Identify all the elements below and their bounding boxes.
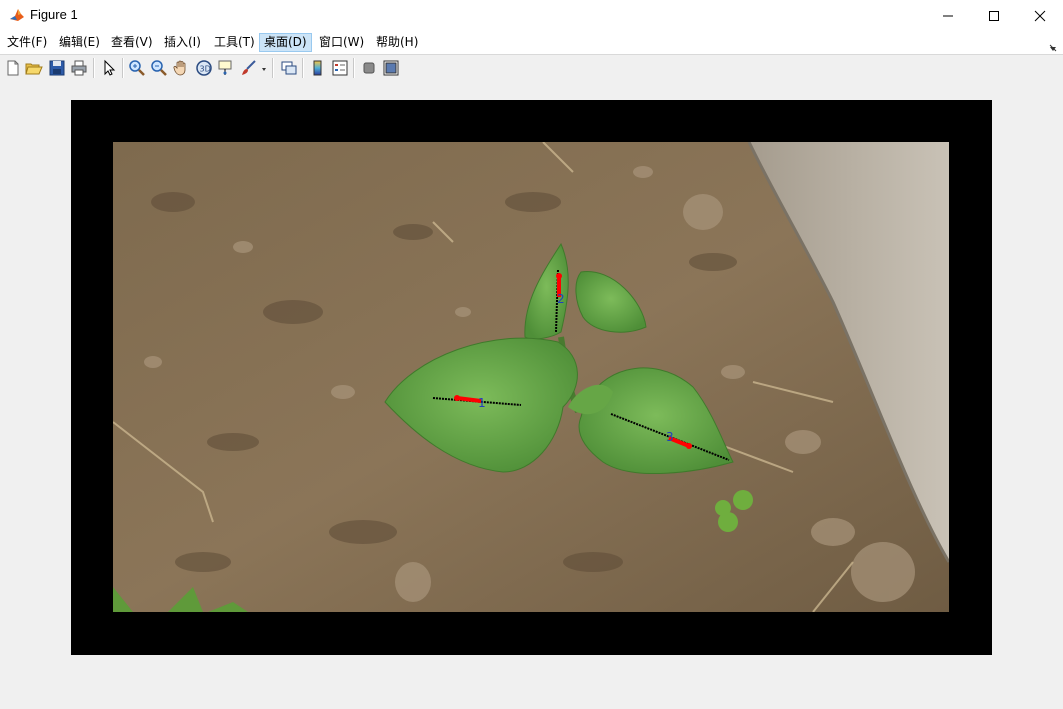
new-figure-icon[interactable]	[4, 59, 22, 77]
toolbar-separator	[272, 58, 274, 78]
matlab-icon	[9, 7, 25, 23]
window-title: Figure 1	[30, 7, 78, 22]
annotation-label-2: 2	[557, 292, 565, 306]
annotation-label-3: 3	[666, 430, 674, 444]
zoom-in-icon[interactable]	[128, 59, 146, 77]
menu-file[interactable]: 文件(F)	[3, 33, 51, 52]
save-icon[interactable]	[48, 59, 66, 77]
hide-plot-tools-icon[interactable]	[360, 59, 378, 77]
menu-bar: 文件(F) 编辑(E) 查看(V) 插入(I) 工具(T) 桌面(D) 窗口(W…	[0, 31, 1063, 54]
maximize-icon	[989, 10, 999, 21]
data-cursor-icon[interactable]	[217, 59, 235, 77]
print-icon[interactable]	[70, 59, 88, 77]
brush-dropdown-icon[interactable]	[259, 59, 269, 77]
link-plot-icon[interactable]	[280, 59, 298, 77]
title-bar: Figure 1	[0, 0, 1063, 32]
insert-legend-icon[interactable]	[331, 59, 349, 77]
open-file-icon[interactable]	[25, 59, 43, 77]
minimize-icon	[943, 15, 953, 16]
brush-icon[interactable]	[240, 59, 258, 77]
svg-text:3D: 3D	[200, 65, 211, 74]
insert-colorbar-icon[interactable]	[309, 59, 327, 77]
menu-tools[interactable]: 工具(T)	[210, 33, 259, 52]
menu-help[interactable]: 帮助(H)	[372, 33, 422, 52]
rotate-3d-icon[interactable]: 3D	[195, 59, 213, 77]
annotation-label-1: 1	[478, 396, 486, 410]
menu-view[interactable]: 查看(V)	[107, 33, 157, 52]
select-arrow-icon[interactable]	[100, 59, 118, 77]
toolbar-separator	[353, 58, 355, 78]
menu-desktop[interactable]: 桌面(D)	[259, 33, 312, 52]
close-icon	[1034, 10, 1046, 21]
minimize-button[interactable]	[925, 0, 971, 31]
close-button[interactable]	[1017, 0, 1063, 31]
figure-toolbar: 3D	[0, 54, 1063, 83]
toolbar-separator	[122, 58, 124, 78]
menu-window[interactable]: 窗口(W)	[315, 33, 368, 52]
zoom-out-icon[interactable]	[150, 59, 168, 77]
menu-edit[interactable]: 编辑(E)	[55, 33, 104, 52]
soil-seedling-image[interactable]: 1 2 3	[113, 142, 949, 612]
menu-insert[interactable]: 插入(I)	[160, 33, 205, 52]
show-plot-tools-icon[interactable]	[382, 59, 400, 77]
toolbar-separator	[302, 58, 304, 78]
toolbar-separator	[93, 58, 95, 78]
maximize-button[interactable]	[971, 0, 1017, 31]
pan-hand-icon[interactable]	[172, 59, 190, 77]
